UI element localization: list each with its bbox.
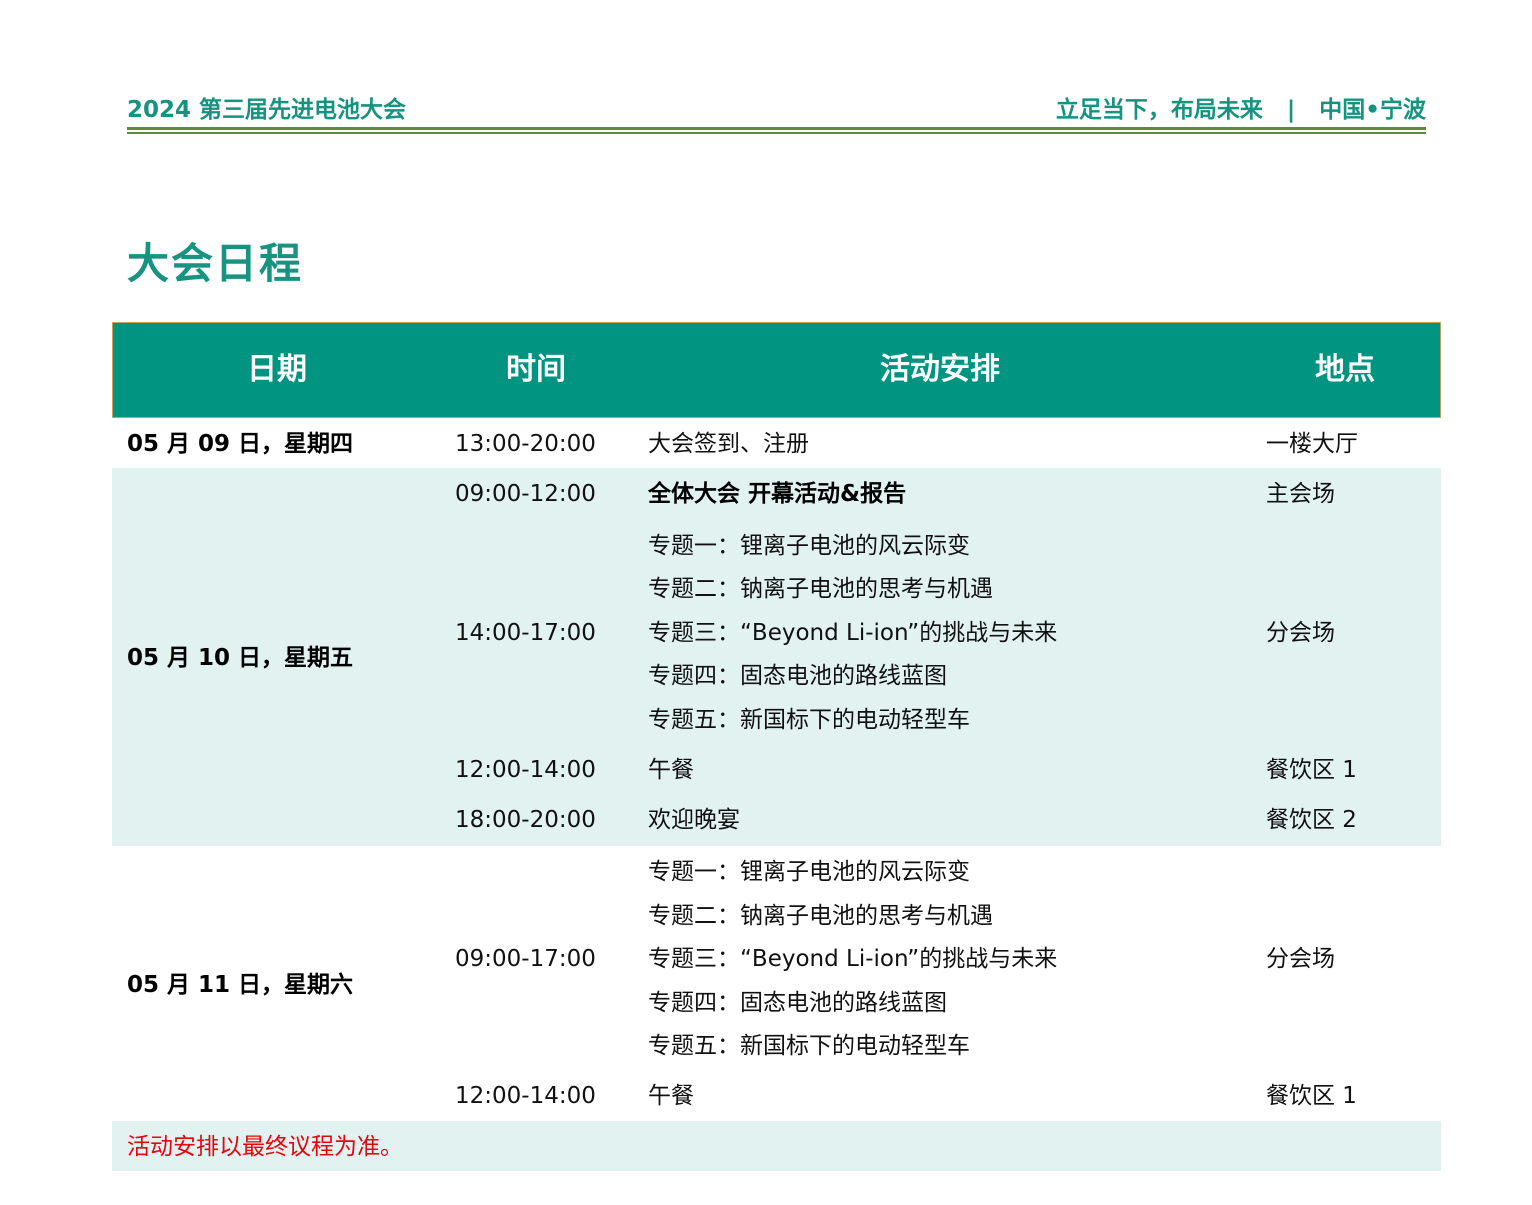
time-cell: 14:00-17:00 bbox=[455, 620, 596, 646]
day-date: 05 月 10 日，星期五 bbox=[127, 645, 354, 671]
activity-cell: 欢迎晚宴 bbox=[648, 807, 740, 833]
time-cell: 12:00-14:00 bbox=[455, 1083, 596, 1109]
conference-name: 2024 第三届先进电池大会 bbox=[127, 97, 407, 123]
header-rule-bottom bbox=[127, 132, 1426, 134]
location-cell: 餐饮区 1 bbox=[1266, 1083, 1357, 1109]
day-date: 05 月 11 日，星期六 bbox=[127, 972, 354, 998]
time-cell: 13:00-20:00 bbox=[455, 431, 596, 457]
activity-cell: 专题四：固态电池的路线蓝图 bbox=[648, 990, 947, 1016]
location-cell: 分会场 bbox=[1266, 946, 1335, 972]
activity-cell: 专题二：钠离子电池的思考与机遇 bbox=[648, 576, 993, 602]
column-header-activity: 活动安排 bbox=[880, 352, 1000, 387]
table-header: 日期 时间 活动安排 地点 bbox=[112, 322, 1441, 418]
activity-cell: 午餐 bbox=[648, 1083, 694, 1109]
activity-cell: 大会签到、注册 bbox=[648, 431, 809, 457]
activity-cell: 专题五：新国标下的电动轻型车 bbox=[648, 707, 970, 733]
activity-cell: 专题三：“Beyond Li-ion”的挑战与未来 bbox=[648, 946, 1058, 972]
activity-cell: 专题五：新国标下的电动轻型车 bbox=[648, 1033, 970, 1059]
location-cell: 餐饮区 1 bbox=[1266, 757, 1357, 783]
activity-cell: 全体大会 开幕活动&报告 bbox=[648, 481, 907, 507]
time-cell: 09:00-12:00 bbox=[455, 481, 596, 507]
column-header-time: 时间 bbox=[506, 352, 566, 387]
activity-cell: 专题二：钠离子电池的思考与机遇 bbox=[648, 903, 993, 929]
activity-cell: 专题四：固态电池的路线蓝图 bbox=[648, 663, 947, 689]
page-title: 大会日程 bbox=[127, 239, 304, 288]
activity-cell: 专题三：“Beyond Li-ion”的挑战与未来 bbox=[648, 620, 1058, 646]
location-cell: 餐饮区 2 bbox=[1266, 807, 1357, 833]
location-cell: 分会场 bbox=[1266, 620, 1335, 646]
column-header-location: 地点 bbox=[1315, 352, 1375, 387]
time-cell: 18:00-20:00 bbox=[455, 807, 596, 833]
day-date: 05 月 09 日，星期四 bbox=[127, 431, 354, 457]
activity-cell: 专题一：锂离子电池的风云际变 bbox=[648, 859, 970, 885]
activity-cell: 午餐 bbox=[648, 757, 694, 783]
conference-slogan: 立足当下，布局未来 | 中国•宁波 bbox=[1055, 97, 1426, 123]
location-cell: 一楼大厅 bbox=[1266, 431, 1358, 457]
header-rule-top bbox=[127, 127, 1426, 130]
schedule-note: 活动安排以最终议程为准。 bbox=[127, 1134, 403, 1160]
activity-cell: 专题一：锂离子电池的风云际变 bbox=[648, 533, 970, 559]
time-cell: 12:00-14:00 bbox=[455, 757, 596, 783]
column-header-date: 日期 bbox=[247, 352, 307, 387]
location-cell: 主会场 bbox=[1266, 481, 1335, 507]
time-cell: 09:00-17:00 bbox=[455, 946, 596, 972]
page-header: 2024 第三届先进电池大会 立足当下，布局未来 | 中国•宁波 bbox=[127, 90, 1426, 126]
